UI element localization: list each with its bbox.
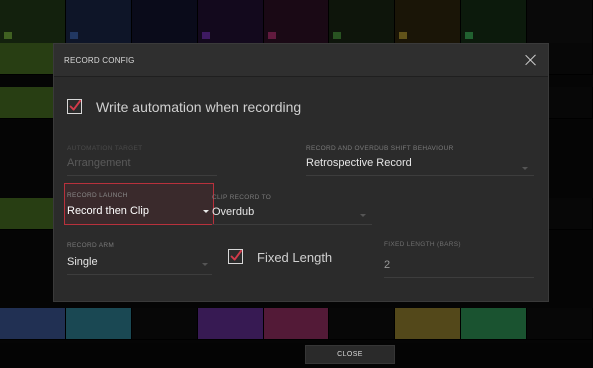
shift-behaviour-select[interactable]: Retrospective Record (306, 157, 412, 169)
clip-record-to-label: CLIP RECORD TO (212, 194, 272, 201)
record-config-dialog: RECORD CONFIG Write automation when reco… (53, 43, 549, 302)
automation-target-label: AUTOMATION TARGET (67, 145, 143, 152)
close-button[interactable]: CLOSE (305, 345, 395, 364)
fixed-length-bars-underline (384, 277, 534, 278)
automation-target-value: Arrangement (67, 157, 131, 169)
chevron-down-icon (522, 167, 528, 170)
record-launch-value: Record then Clip (67, 205, 149, 217)
shift-behaviour-label: RECORD AND OVERDUB SHIFT BEHAVIOUR (306, 145, 454, 152)
record-launch-select[interactable]: RECORD LAUNCH Record then Clip (64, 183, 214, 225)
chevron-down-icon (203, 210, 209, 213)
record-launch-label: RECORD LAUNCH (67, 192, 128, 199)
fixed-length-checkbox[interactable] (228, 249, 243, 264)
chevron-down-icon (360, 214, 366, 217)
dialog-header: RECORD CONFIG (54, 44, 548, 77)
automation-target-underline (67, 175, 217, 176)
record-arm-underline (67, 274, 212, 275)
fixed-length-bars-input[interactable]: 2 (384, 259, 390, 271)
dialog-title: RECORD CONFIG (64, 56, 135, 65)
write-automation-checkbox[interactable] (67, 99, 82, 114)
fixed-length-label: Fixed Length (257, 250, 333, 265)
chevron-down-icon (202, 263, 208, 266)
record-arm-select[interactable]: Single (67, 256, 98, 268)
clip-record-to-select[interactable]: Overdub (212, 206, 254, 218)
close-icon[interactable] (523, 52, 539, 68)
fixed-length-bars-label: FIXED LENGTH (BARS) (384, 241, 461, 248)
shift-behaviour-underline (306, 175, 534, 176)
record-arm-label: RECORD ARM (67, 242, 115, 249)
write-automation-label: Write automation when recording (96, 99, 302, 115)
clip-record-to-underline (212, 224, 372, 225)
